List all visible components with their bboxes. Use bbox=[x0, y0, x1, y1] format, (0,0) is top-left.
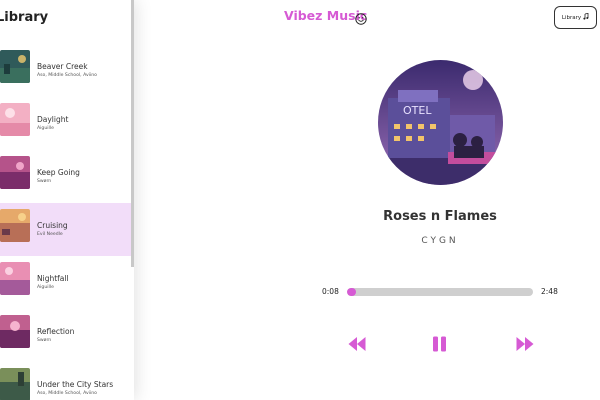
pause-icon[interactable] bbox=[430, 335, 450, 353]
svg-text:OTEL: OTEL bbox=[403, 104, 432, 117]
album-thumbnail bbox=[0, 156, 30, 189]
song-item[interactable]: Under the City Stars Aso, Middle School,… bbox=[0, 362, 134, 400]
album-thumbnail bbox=[0, 315, 30, 348]
song-name: Daylight bbox=[37, 115, 69, 124]
song-item[interactable]: Nightfall Aiguille bbox=[0, 256, 134, 309]
current-time: 0:08 bbox=[322, 287, 339, 296]
track-artist: CYGN bbox=[421, 236, 459, 246]
album-thumbnail bbox=[0, 50, 30, 83]
song-name: Nightfall bbox=[37, 274, 69, 283]
music-note-icon bbox=[583, 12, 589, 22]
album-thumbnail bbox=[0, 103, 30, 136]
skip-back-icon[interactable] bbox=[347, 335, 367, 353]
song-list: Beaver Creek Aso, Middle School, Aviino … bbox=[0, 44, 134, 400]
album-thumbnail bbox=[0, 262, 30, 295]
album-art: OTEL bbox=[378, 60, 503, 185]
song-name: Under the City Stars bbox=[37, 380, 114, 389]
song-artist: Swørn bbox=[37, 179, 52, 184]
song-name: Reflection bbox=[37, 327, 75, 336]
progress-fill bbox=[347, 288, 357, 296]
song-artist: Aso, Middle School, Aviino bbox=[37, 391, 97, 396]
progress-slider[interactable] bbox=[347, 288, 533, 296]
library-button-label: Library bbox=[561, 14, 582, 21]
song-name: Cruising bbox=[37, 221, 68, 230]
song-item-active[interactable]: Cruising Evil Needle bbox=[0, 203, 134, 256]
song-item[interactable]: Keep Going Swørn bbox=[0, 150, 134, 203]
song-artist: Aiguille bbox=[37, 126, 54, 131]
sidebar-scrollbar[interactable] bbox=[131, 0, 134, 267]
track-title: Roses n Flames bbox=[383, 209, 497, 224]
song-artist: Aso, Middle School, Aviino bbox=[37, 73, 97, 78]
library-sidebar: Library Beaver Creek Aso, Middle School,… bbox=[0, 0, 134, 400]
library-title: Library bbox=[0, 10, 49, 25]
song-name: Keep Going bbox=[37, 168, 80, 177]
song-item[interactable]: Beaver Creek Aso, Middle School, Aviino bbox=[0, 44, 134, 97]
song-item[interactable]: Daylight Aiguille bbox=[0, 97, 134, 150]
album-thumbnail bbox=[0, 368, 30, 400]
song-artist: Evil Needle bbox=[37, 232, 63, 237]
song-artist: Swørn bbox=[37, 338, 52, 343]
skip-forward-icon[interactable] bbox=[515, 335, 535, 353]
library-toggle-button[interactable]: Library bbox=[554, 6, 597, 29]
total-time: 2:48 bbox=[541, 287, 558, 296]
song-item[interactable]: Reflection Swørn bbox=[0, 309, 134, 362]
song-name: Beaver Creek bbox=[37, 62, 88, 71]
album-thumbnail bbox=[0, 209, 30, 242]
smile-icon bbox=[355, 10, 367, 25]
song-artist: Aiguille bbox=[37, 285, 54, 290]
